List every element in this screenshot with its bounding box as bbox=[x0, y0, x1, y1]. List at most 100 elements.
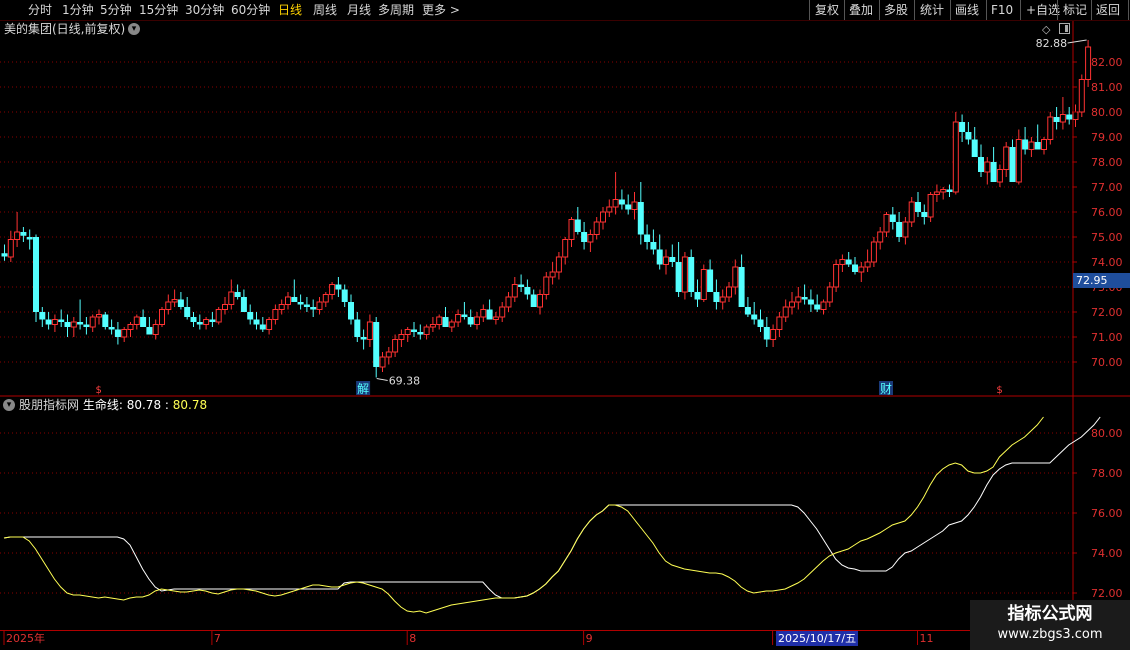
candle-body-up[interactable] bbox=[152, 324, 159, 335]
toolbar-action-8[interactable]: 返回 bbox=[1096, 1, 1120, 19]
candle-body-down[interactable] bbox=[348, 302, 354, 320]
event-marker[interactable]: 财 bbox=[880, 382, 892, 396]
toolbar-period-8[interactable]: 月线 bbox=[347, 1, 371, 19]
candle-body-up[interactable] bbox=[776, 316, 783, 330]
candle-body-up[interactable] bbox=[1047, 116, 1054, 140]
candle-body-up[interactable] bbox=[423, 326, 430, 335]
candle-body-down[interactable] bbox=[889, 214, 896, 223]
candle-body-down[interactable] bbox=[675, 262, 682, 292]
candle-body-down[interactable] bbox=[757, 319, 764, 328]
candle-body-up[interactable] bbox=[505, 296, 512, 308]
candle-body-up[interactable] bbox=[883, 214, 890, 233]
candle-body-up[interactable] bbox=[448, 321, 455, 328]
candle-body-up[interactable] bbox=[555, 256, 562, 273]
toolbar-action-7[interactable]: 标记 bbox=[1063, 1, 1087, 19]
candle-body-up[interactable] bbox=[933, 191, 940, 195]
candle-body-up[interactable] bbox=[770, 329, 777, 340]
candle-body-up[interactable] bbox=[89, 316, 96, 328]
candle-body-down[interactable] bbox=[524, 287, 531, 295]
candle-body-down[interactable] bbox=[744, 307, 751, 315]
candle-body-up[interactable] bbox=[1078, 79, 1085, 113]
toolbar-action-4[interactable]: 画线 bbox=[955, 1, 979, 19]
candle-body-down[interactable] bbox=[310, 307, 317, 310]
candle-body-down[interactable] bbox=[650, 242, 657, 250]
panel-toggle-icon[interactable] bbox=[1059, 23, 1070, 34]
candle-body-up[interactable] bbox=[826, 286, 833, 303]
toolbar-period-0[interactable]: 分时 bbox=[28, 1, 52, 19]
candle-body-down[interactable] bbox=[644, 234, 651, 243]
candle-body-up[interactable] bbox=[474, 316, 480, 325]
candle-body-down[interactable] bbox=[618, 199, 625, 205]
candle-body-up[interactable] bbox=[908, 201, 915, 223]
dividend-marker[interactable]: $ bbox=[996, 385, 1002, 396]
candle-body-up[interactable] bbox=[127, 324, 134, 330]
candle-body-down[interactable] bbox=[574, 219, 581, 233]
candle-body-up[interactable] bbox=[1041, 139, 1047, 150]
candle-body-up[interactable] bbox=[952, 121, 959, 193]
candle-body-down[interactable] bbox=[33, 237, 39, 312]
candle-body-up[interactable] bbox=[70, 321, 77, 328]
candle-body-down[interactable] bbox=[738, 267, 745, 307]
toolbar-period-2[interactable]: 5分钟 bbox=[100, 1, 132, 19]
toolbar-period-6[interactable]: 日线 bbox=[278, 1, 302, 19]
candle-body-up[interactable] bbox=[681, 256, 688, 293]
candle-body-up[interactable] bbox=[996, 169, 1003, 183]
candle-body-down[interactable] bbox=[20, 232, 27, 236]
title-dropdown-icon[interactable]: ▾ bbox=[128, 23, 140, 35]
candle-body-up[interactable] bbox=[329, 284, 336, 295]
candle-body-up[interactable] bbox=[455, 314, 462, 323]
candle-body-up[interactable] bbox=[600, 211, 606, 223]
candle-body-up[interactable] bbox=[858, 266, 865, 273]
candle-body-up[interactable] bbox=[940, 189, 947, 193]
candle-body-down[interactable] bbox=[259, 324, 266, 330]
candle-body-up[interactable] bbox=[203, 319, 210, 325]
candle-body-down[interactable] bbox=[196, 322, 203, 325]
toolbar-period-9[interactable]: 多周期 bbox=[378, 1, 414, 19]
candle-body-up[interactable] bbox=[215, 309, 222, 323]
candle-body-down[interactable] bbox=[896, 222, 903, 237]
candle-body-down[interactable] bbox=[669, 257, 676, 262]
candle-body-down[interactable] bbox=[253, 319, 260, 325]
candle-body-up[interactable] bbox=[549, 271, 556, 278]
candle-body-up[interactable] bbox=[228, 291, 235, 305]
candle-body-down[interactable] bbox=[486, 309, 493, 320]
candle-body-up[interactable] bbox=[51, 319, 58, 325]
toolbar-action-0[interactable]: 复权 bbox=[815, 1, 839, 19]
candle-body-up[interactable] bbox=[820, 301, 827, 310]
candle-body-up[interactable] bbox=[285, 296, 291, 305]
candle-body-down[interactable] bbox=[707, 269, 714, 293]
candle-body-up[interactable] bbox=[398, 334, 405, 340]
candle-body-down[interactable] bbox=[637, 202, 644, 235]
candle-body-up[interactable] bbox=[902, 221, 909, 238]
candle-body-up[interactable] bbox=[1003, 146, 1010, 170]
toolbar-action-1[interactable]: 叠加 bbox=[849, 1, 873, 19]
diamond-icon[interactable]: ◇ bbox=[1042, 23, 1050, 36]
toolbar-period-4[interactable]: 30分钟 bbox=[185, 1, 224, 19]
candle-body-down[interactable] bbox=[108, 327, 115, 330]
candle-body-down[interactable] bbox=[694, 292, 701, 300]
candle-body-up[interactable] bbox=[663, 256, 669, 265]
candle-body-down[interactable] bbox=[713, 292, 720, 302]
candle-body-up[interactable] bbox=[159, 309, 165, 325]
candle-body-down[interactable] bbox=[656, 249, 663, 265]
toolbar-action-5[interactable]: F10 bbox=[991, 1, 1013, 19]
candle-body-down[interactable] bbox=[177, 299, 184, 308]
candle-body-down[interactable] bbox=[959, 122, 966, 132]
candle-body-down[interactable] bbox=[190, 317, 197, 322]
candle-body-up[interactable] bbox=[877, 231, 884, 243]
candle-body-down[interactable] bbox=[140, 317, 147, 327]
candle-body-down[interactable] bbox=[978, 157, 984, 172]
candle-body-up[interactable] bbox=[316, 301, 323, 310]
candle-body-down[interactable] bbox=[247, 312, 254, 320]
toolbar-action-6[interactable]: +自选 bbox=[1026, 1, 1060, 19]
candle-body-down[interactable] bbox=[335, 284, 342, 290]
candle-body-up[interactable] bbox=[222, 304, 228, 310]
candle-body-down[interactable] bbox=[341, 289, 348, 303]
candle-body-up[interactable] bbox=[96, 314, 102, 318]
candle-body-up[interactable] bbox=[1059, 114, 1066, 123]
candle-body-up[interactable] bbox=[789, 301, 795, 308]
candle-body-down[interactable] bbox=[240, 297, 247, 312]
candle-body-down[interactable] bbox=[751, 314, 758, 320]
candle-body-up[interactable] bbox=[782, 306, 789, 318]
candle-body-up[interactable] bbox=[864, 261, 871, 268]
